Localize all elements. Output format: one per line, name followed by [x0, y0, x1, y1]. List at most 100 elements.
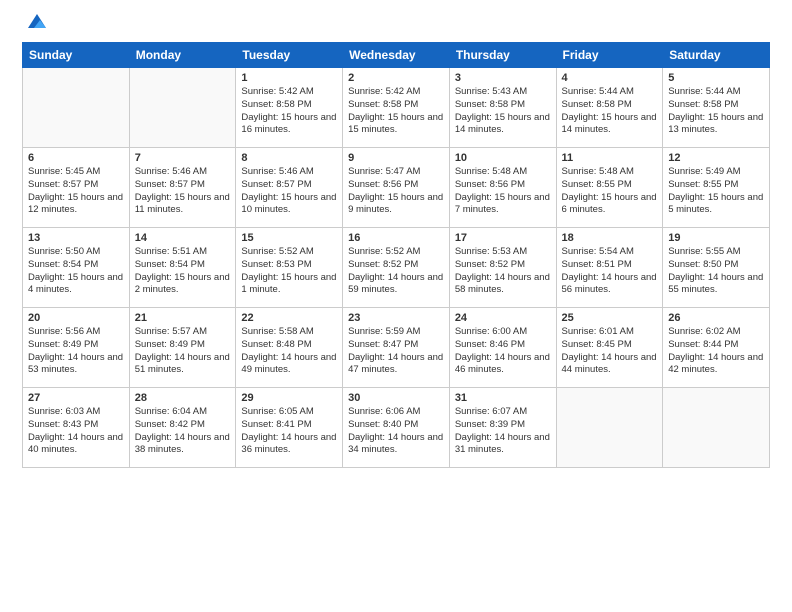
calendar-header-saturday: Saturday	[663, 43, 770, 68]
calendar-table: SundayMondayTuesdayWednesdayThursdayFrid…	[22, 42, 770, 468]
calendar-cell: 11 Sunrise: 5:48 AM Sunset: 8:55 PM Dayli…	[556, 148, 663, 228]
day-info: Sunrise: 5:50 AM Sunset: 8:54 PM Dayligh…	[28, 246, 124, 297]
day-info: Sunrise: 5:58 AM Sunset: 8:48 PM Dayligh…	[241, 326, 337, 377]
day-info: Sunrise: 6:01 AM Sunset: 8:45 PM Dayligh…	[562, 326, 658, 377]
calendar-cell: 21 Sunrise: 5:57 AM Sunset: 8:49 PM Dayli…	[129, 308, 236, 388]
day-number: 3	[455, 72, 551, 84]
day-info: Sunrise: 5:54 AM Sunset: 8:51 PM Dayligh…	[562, 246, 658, 297]
calendar-cell: 22 Sunrise: 5:58 AM Sunset: 8:48 PM Dayli…	[236, 308, 343, 388]
calendar-cell: 28 Sunrise: 6:04 AM Sunset: 8:42 PM Dayli…	[129, 388, 236, 468]
day-info: Sunrise: 5:43 AM Sunset: 8:58 PM Dayligh…	[455, 86, 551, 137]
calendar-cell: 13Sunrise: 5:50 AM Sunset: 8:54 PM Dayli…	[23, 228, 130, 308]
day-number: 12	[668, 152, 764, 164]
calendar-cell: 10Sunrise: 5:48 AM Sunset: 8:56 PM Dayli…	[449, 148, 556, 228]
page-header	[22, 18, 770, 32]
calendar-cell: 25 Sunrise: 6:01 AM Sunset: 8:45 PM Dayli…	[556, 308, 663, 388]
calendar-cell: 18 Sunrise: 5:54 AM Sunset: 8:51 PM Dayli…	[556, 228, 663, 308]
calendar-cell: 12 Sunrise: 5:49 AM Sunset: 8:55 PM Dayli…	[663, 148, 770, 228]
day-number: 8	[241, 152, 337, 164]
day-info: Sunrise: 5:42 AM Sunset: 8:58 PM Dayligh…	[348, 86, 444, 137]
day-number: 20	[28, 312, 124, 324]
calendar-cell: 6Sunrise: 5:45 AM Sunset: 8:57 PM Daylig…	[23, 148, 130, 228]
day-number: 27	[28, 392, 124, 404]
calendar-week-3: 13Sunrise: 5:50 AM Sunset: 8:54 PM Dayli…	[23, 228, 770, 308]
day-info: Sunrise: 6:00 AM Sunset: 8:46 PM Dayligh…	[455, 326, 551, 377]
day-number: 9	[348, 152, 444, 164]
day-number: 31	[455, 392, 551, 404]
day-number: 2	[348, 72, 444, 84]
day-info: Sunrise: 5:57 AM Sunset: 8:49 PM Dayligh…	[135, 326, 231, 377]
day-number: 26	[668, 312, 764, 324]
day-number: 4	[562, 72, 658, 84]
calendar-week-2: 6Sunrise: 5:45 AM Sunset: 8:57 PM Daylig…	[23, 148, 770, 228]
calendar-cell: 16 Sunrise: 5:52 AM Sunset: 8:52 PM Dayli…	[343, 228, 450, 308]
calendar-cell: 23 Sunrise: 5:59 AM Sunset: 8:47 PM Dayli…	[343, 308, 450, 388]
calendar-header-monday: Monday	[129, 43, 236, 68]
calendar-cell: 7Sunrise: 5:46 AM Sunset: 8:57 PM Daylig…	[129, 148, 236, 228]
day-number: 15	[241, 232, 337, 244]
day-info: Sunrise: 6:02 AM Sunset: 8:44 PM Dayligh…	[668, 326, 764, 377]
calendar-cell: 3 Sunrise: 5:43 AM Sunset: 8:58 PM Daylig…	[449, 68, 556, 148]
day-info: Sunrise: 6:06 AM Sunset: 8:40 PM Dayligh…	[348, 406, 444, 457]
calendar-cell	[556, 388, 663, 468]
day-info: Sunrise: 6:05 AM Sunset: 8:41 PM Dayligh…	[241, 406, 337, 457]
day-info: Sunrise: 5:53 AM Sunset: 8:52 PM Dayligh…	[455, 246, 551, 297]
calendar-cell: 30 Sunrise: 6:06 AM Sunset: 8:40 PM Dayli…	[343, 388, 450, 468]
calendar-header-thursday: Thursday	[449, 43, 556, 68]
logo	[22, 18, 48, 32]
day-info: Sunrise: 5:44 AM Sunset: 8:58 PM Dayligh…	[562, 86, 658, 137]
calendar-cell: 17 Sunrise: 5:53 AM Sunset: 8:52 PM Dayli…	[449, 228, 556, 308]
day-number: 28	[135, 392, 231, 404]
calendar-cell: 31 Sunrise: 6:07 AM Sunset: 8:39 PM Dayli…	[449, 388, 556, 468]
day-info: Sunrise: 5:55 AM Sunset: 8:50 PM Dayligh…	[668, 246, 764, 297]
day-number: 23	[348, 312, 444, 324]
day-info: Sunrise: 5:51 AM Sunset: 8:54 PM Dayligh…	[135, 246, 231, 297]
calendar-week-4: 20Sunrise: 5:56 AM Sunset: 8:49 PM Dayli…	[23, 308, 770, 388]
day-info: Sunrise: 5:48 AM Sunset: 8:56 PM Dayligh…	[455, 166, 551, 217]
day-number: 14	[135, 232, 231, 244]
day-number: 22	[241, 312, 337, 324]
day-info: Sunrise: 6:03 AM Sunset: 8:43 PM Dayligh…	[28, 406, 124, 457]
day-info: Sunrise: 5:59 AM Sunset: 8:47 PM Dayligh…	[348, 326, 444, 377]
day-info: Sunrise: 5:52 AM Sunset: 8:53 PM Dayligh…	[241, 246, 337, 297]
calendar-cell: 5 Sunrise: 5:44 AM Sunset: 8:58 PM Daylig…	[663, 68, 770, 148]
calendar-cell: 27 Sunrise: 6:03 AM Sunset: 8:43 PM Dayli…	[23, 388, 130, 468]
calendar-cell: 24Sunrise: 6:00 AM Sunset: 8:46 PM Dayli…	[449, 308, 556, 388]
day-number: 30	[348, 392, 444, 404]
day-info: Sunrise: 5:46 AM Sunset: 8:57 PM Dayligh…	[135, 166, 231, 217]
day-number: 18	[562, 232, 658, 244]
day-number: 21	[135, 312, 231, 324]
day-number: 17	[455, 232, 551, 244]
calendar-cell: 4 Sunrise: 5:44 AM Sunset: 8:58 PM Daylig…	[556, 68, 663, 148]
calendar-header-sunday: Sunday	[23, 43, 130, 68]
day-number: 5	[668, 72, 764, 84]
calendar-cell	[23, 68, 130, 148]
day-number: 16	[348, 232, 444, 244]
calendar-cell	[663, 388, 770, 468]
day-info: Sunrise: 6:07 AM Sunset: 8:39 PM Dayligh…	[455, 406, 551, 457]
calendar-header-friday: Friday	[556, 43, 663, 68]
day-number: 29	[241, 392, 337, 404]
day-number: 11	[562, 152, 658, 164]
calendar-cell: 26 Sunrise: 6:02 AM Sunset: 8:44 PM Dayli…	[663, 308, 770, 388]
day-info: Sunrise: 6:04 AM Sunset: 8:42 PM Dayligh…	[135, 406, 231, 457]
day-info: Sunrise: 5:49 AM Sunset: 8:55 PM Dayligh…	[668, 166, 764, 217]
calendar-cell: 8Sunrise: 5:46 AM Sunset: 8:57 PM Daylig…	[236, 148, 343, 228]
calendar-cell: 2 Sunrise: 5:42 AM Sunset: 8:58 PM Daylig…	[343, 68, 450, 148]
day-info: Sunrise: 5:48 AM Sunset: 8:55 PM Dayligh…	[562, 166, 658, 217]
logo-icon	[26, 10, 48, 32]
day-info: Sunrise: 5:52 AM Sunset: 8:52 PM Dayligh…	[348, 246, 444, 297]
day-number: 25	[562, 312, 658, 324]
day-number: 6	[28, 152, 124, 164]
calendar-cell: 20Sunrise: 5:56 AM Sunset: 8:49 PM Dayli…	[23, 308, 130, 388]
day-number: 1	[241, 72, 337, 84]
calendar-cell: 15 Sunrise: 5:52 AM Sunset: 8:53 PM Dayli…	[236, 228, 343, 308]
calendar-week-1: 1 Sunrise: 5:42 AM Sunset: 8:58 PM Daylig…	[23, 68, 770, 148]
day-info: Sunrise: 5:44 AM Sunset: 8:58 PM Dayligh…	[668, 86, 764, 137]
calendar-cell: 9Sunrise: 5:47 AM Sunset: 8:56 PM Daylig…	[343, 148, 450, 228]
calendar-header-row: SundayMondayTuesdayWednesdayThursdayFrid…	[23, 43, 770, 68]
calendar-cell: 19Sunrise: 5:55 AM Sunset: 8:50 PM Dayli…	[663, 228, 770, 308]
calendar-cell	[129, 68, 236, 148]
calendar-header-wednesday: Wednesday	[343, 43, 450, 68]
calendar-cell: 1Sunrise: 5:42 AM Sunset: 8:58 PM Daylig…	[236, 68, 343, 148]
